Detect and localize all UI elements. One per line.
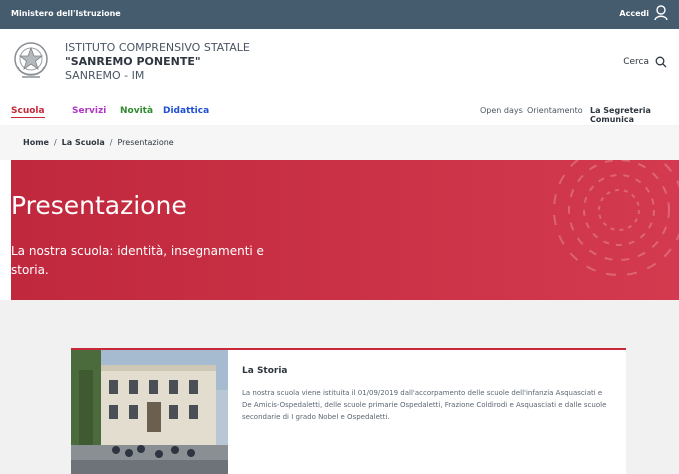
- decorative-rings-icon: [553, 160, 679, 276]
- content-section: La Storia La nostra scuola viene istitui…: [0, 300, 679, 474]
- top-bar: Ministero dell'Istruzione Accedi: [0, 0, 679, 29]
- breadcrumb: Home / La Scuola / Presentazione: [0, 126, 679, 160]
- breadcrumb-separator: /: [109, 138, 113, 147]
- school-name-line2: "SANREMO PONENTE": [65, 55, 201, 68]
- nav-didattica[interactable]: Didattica: [163, 106, 209, 116]
- breadcrumb-separator: /: [53, 138, 57, 147]
- page-title: Presentazione: [11, 191, 187, 220]
- breadcrumb-la-scuola[interactable]: La Scuola: [62, 138, 105, 147]
- site-header: ISTITUTO COMPRENSIVO STATALE "SANREMO PO…: [0, 29, 679, 95]
- nav-servizi[interactable]: Servizi: [72, 106, 106, 116]
- hero-banner: Presentazione La nostra scuola: identità…: [11, 160, 679, 300]
- search-label: Cerca: [623, 57, 649, 67]
- search-button[interactable]: Cerca: [623, 56, 667, 68]
- school-building-photo: [71, 350, 228, 474]
- history-card[interactable]: La Storia La nostra scuola viene istitui…: [71, 348, 626, 474]
- breadcrumb-home[interactable]: Home: [23, 138, 49, 147]
- nav-orientamento[interactable]: Orientamento: [527, 106, 583, 115]
- republic-emblem-icon[interactable]: [12, 37, 50, 85]
- main-navigation: Scuola Servizi Novità Didattica Open day…: [0, 95, 679, 125]
- card-title[interactable]: La Storia: [242, 366, 288, 376]
- ministry-link[interactable]: Ministero dell'Istruzione: [11, 9, 121, 18]
- search-icon: [655, 56, 667, 68]
- nav-novita[interactable]: Novità: [120, 106, 153, 116]
- school-name-line3: SANREMO - IM: [65, 69, 145, 82]
- nav-open-days[interactable]: Open days: [480, 106, 523, 115]
- nav-scuola[interactable]: Scuola: [11, 106, 45, 118]
- login-button[interactable]: Accedi: [619, 9, 649, 18]
- breadcrumb-current: Presentazione: [117, 138, 174, 147]
- school-name[interactable]: ISTITUTO COMPRENSIVO STATALE "SANREMO PO…: [65, 41, 250, 83]
- page-subtitle: La nostra scuola: identità, insegnamenti…: [11, 244, 264, 277]
- nav-segreteria-comunica[interactable]: La Segreteria Comunica: [590, 106, 679, 124]
- card-text: La nostra scuola viene istituita il 01/0…: [242, 389, 607, 421]
- school-name-line1: ISTITUTO COMPRENSIVO STATALE: [65, 41, 250, 54]
- user-icon[interactable]: [654, 5, 668, 21]
